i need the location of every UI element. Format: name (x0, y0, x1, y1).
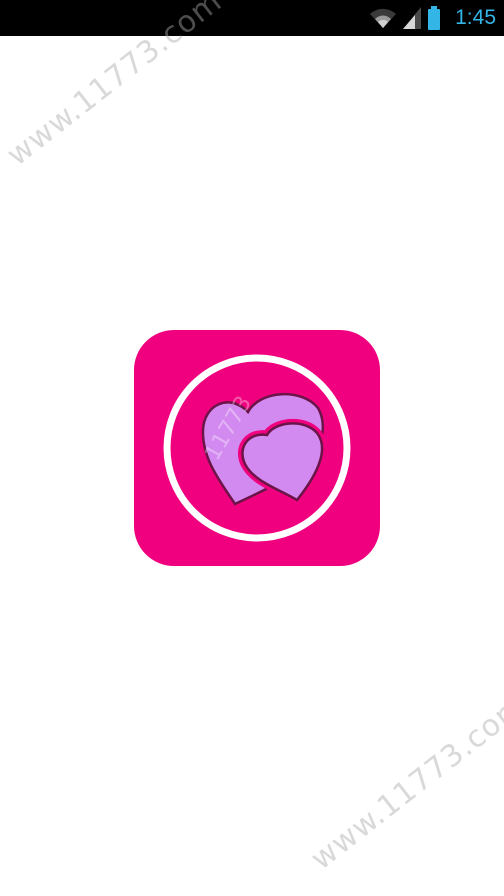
wifi-icon (370, 8, 397, 28)
status-bar: 1:45 (0, 0, 504, 36)
app-icon (134, 330, 380, 566)
status-icons: 1:45 (369, 0, 496, 36)
watermark-text: www.11773.com (304, 687, 504, 877)
signal-icon (403, 7, 422, 29)
status-time: 1:45 (455, 6, 496, 29)
battery-icon (428, 6, 441, 30)
splash-screen: 1:45 www.11773.com 11773 www.11773.com (0, 0, 504, 896)
